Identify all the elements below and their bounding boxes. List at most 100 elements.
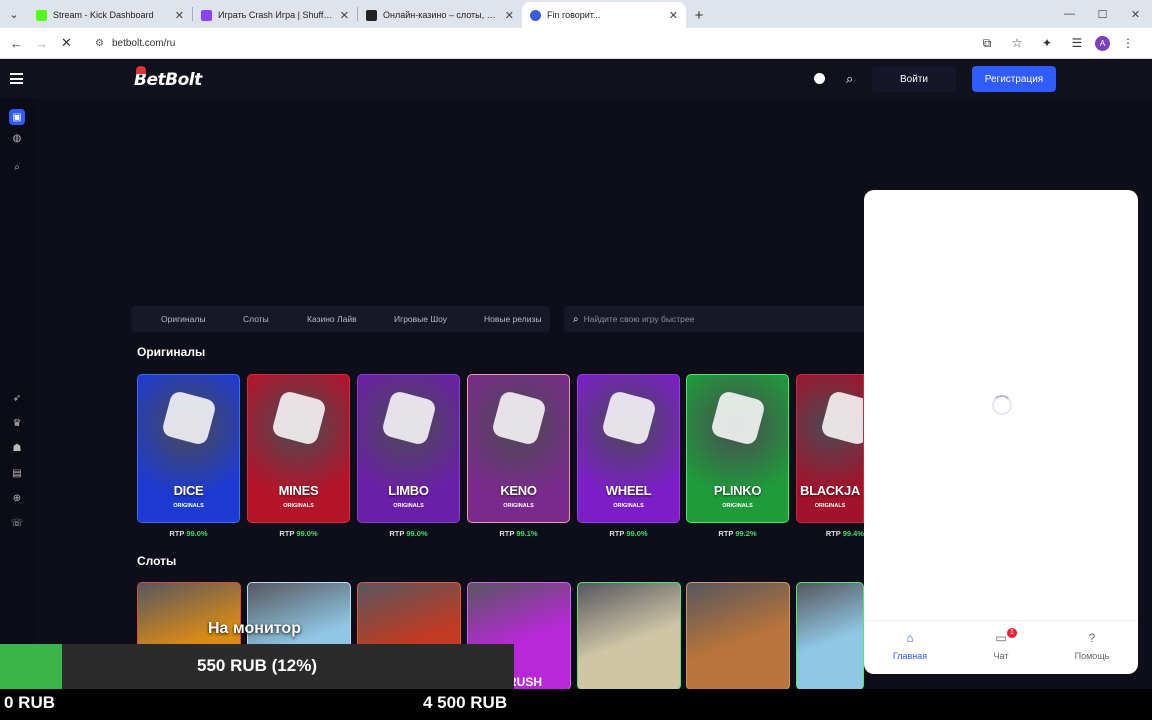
game-art xyxy=(797,375,863,522)
sports-icon[interactable]: ◍ xyxy=(9,130,25,146)
betbolt-logo[interactable]: BetBolt xyxy=(134,66,202,90)
goal-bar: 0 RUB 4 500 RUB xyxy=(0,689,1152,720)
goal-min-label: 0 RUB xyxy=(4,693,56,712)
affiliate-icon[interactable]: ☗ xyxy=(9,440,25,456)
game-name: MINES xyxy=(278,483,319,498)
site-info-icon[interactable]: ⚙ xyxy=(95,38,104,49)
browser-tab[interactable]: Stream - Kick Dashboard ✕ xyxy=(28,2,192,28)
install-app-icon[interactable]: ⧉ xyxy=(975,31,999,55)
blog-icon[interactable]: ▤ xyxy=(9,465,25,481)
tab-originals[interactable]: Оригиналы xyxy=(161,314,205,324)
tab-game-shows[interactable]: Игровые Шоу xyxy=(394,314,447,324)
url-text: betbolt.com/ru xyxy=(111,37,176,49)
game-art xyxy=(138,375,239,522)
rtp-value: 99.4% xyxy=(842,529,864,538)
originals-title: Оригиналы xyxy=(137,345,206,359)
messenger-nav: ⌂ Главная ▭ 1 Чат ? Помощь xyxy=(864,620,1138,674)
close-window-icon[interactable]: ✕ xyxy=(1119,0,1152,28)
rtp-value: 99.0% xyxy=(186,529,208,538)
shuffle-favicon-icon xyxy=(201,9,212,21)
tab-new-releases[interactable]: Новые релизы xyxy=(484,314,541,324)
address-bar[interactable]: ⚙ betbolt.com/ru xyxy=(87,30,982,56)
rtp-value: 99.0% xyxy=(406,529,428,538)
browser-tab[interactable]: Играть Crash Игра | Shuffle - V ✕ xyxy=(193,2,357,28)
game-subtitle: ORIGINALS xyxy=(722,503,753,509)
tab-slots[interactable]: Слоты xyxy=(243,314,269,324)
chat-icon: ▭ xyxy=(995,631,1007,645)
tab-title: Stream - Kick Dashboard xyxy=(53,10,154,20)
search-icon[interactable]: ⌕ xyxy=(846,71,853,87)
help-icon: ? xyxy=(1088,631,1096,645)
game-subtitle: ORIGINALS xyxy=(173,503,204,509)
rtp-label: RTP 99.0% xyxy=(247,529,350,538)
chat-bubble-icon[interactable] xyxy=(814,73,825,84)
extensions-icon[interactable]: ✦ xyxy=(1035,31,1059,55)
game-card-blackja[interactable]: BLACKJA ORIGINALS xyxy=(796,374,864,523)
tab-live-casino[interactable]: Казино Лайв xyxy=(307,314,357,324)
tab-title: Онлайн-казино – слоты, лайв xyxy=(383,10,499,20)
rtp-label: RTP 99.2% xyxy=(686,529,789,538)
support-icon[interactable]: ☏ xyxy=(9,515,25,531)
forward-icon[interactable]: → xyxy=(29,31,54,56)
tab-title: Играть Crash Игра | Shuffle - V xyxy=(218,10,334,20)
close-tab-icon[interactable]: ✕ xyxy=(505,9,514,22)
game-name: DICE xyxy=(173,483,204,498)
close-tab-icon[interactable]: ✕ xyxy=(669,9,678,22)
bookmark-star-icon[interactable]: ☆ xyxy=(1005,31,1029,55)
browser-tab[interactable]: Онлайн-казино – слоты, лайв ✕ xyxy=(358,2,522,28)
casino-icon[interactable]: ▣ xyxy=(9,109,25,125)
game-card-dice[interactable]: DICE ORIGINALS xyxy=(137,374,240,523)
vip-crown-icon[interactable]: ♛ xyxy=(9,415,25,431)
language-globe-icon[interactable]: ⊕ xyxy=(9,490,25,506)
messenger-chat-tab[interactable]: ▭ 1 Чат xyxy=(971,628,1031,661)
browser-toolbar: ← → ✕ ⚙ betbolt.com/ru ⧉ ☆ ✦ ☰ A ⋮ xyxy=(0,28,1152,59)
profile-avatar[interactable]: A xyxy=(1095,35,1110,51)
messenger-home-tab[interactable]: ⌂ Главная xyxy=(880,631,940,661)
rtp-label: RTP 99.1% xyxy=(467,529,570,538)
game-name: LIMBO xyxy=(388,483,429,498)
game-search-input[interactable]: ⌕ Найдите свою игру быстрее xyxy=(564,306,864,332)
game-card-limbo[interactable]: LIMBO ORIGINALS xyxy=(357,374,460,523)
stop-loading-icon[interactable]: ✕ xyxy=(54,31,79,56)
maximize-icon[interactable]: ☐ xyxy=(1086,0,1119,28)
new-tab-button[interactable]: + xyxy=(686,2,712,28)
rocket-icon[interactable]: ➶ xyxy=(9,390,25,406)
game-art xyxy=(358,375,459,522)
messenger-help-tab[interactable]: ? Помощь xyxy=(1062,631,1122,661)
home-icon: ⌂ xyxy=(906,631,914,645)
menu-icon[interactable] xyxy=(10,73,23,84)
window-controls: — ☐ ✕ xyxy=(1053,0,1152,28)
game-card-plinko[interactable]: PLINKO ORIGINALS xyxy=(686,374,789,523)
game-card-keno[interactable]: KENO ORIGINALS xyxy=(467,374,570,523)
rtp-prefix: RTP xyxy=(718,529,734,538)
login-button[interactable]: Войти xyxy=(872,66,956,92)
search-icon: ⌕ xyxy=(573,313,579,325)
category-nav: Оригиналы Слоты Казино Лайв Игровые Шоу … xyxy=(131,306,550,332)
close-tab-icon[interactable]: ✕ xyxy=(175,9,184,22)
sidebar-search-icon[interactable]: ⌕ xyxy=(9,159,25,175)
game-card-mines[interactable]: MINES ORIGINALS xyxy=(247,374,350,523)
stream-caption: На монитор xyxy=(208,620,301,637)
rtp-label: RTP 99.0% xyxy=(577,529,680,538)
game-art xyxy=(687,375,788,522)
browser-tab-active[interactable]: Fin говорит... ✕ xyxy=(522,2,686,28)
reading-list-icon[interactable]: ☰ xyxy=(1065,31,1089,55)
slot-game-tile[interactable] xyxy=(686,582,790,690)
rtp-prefix: RTP xyxy=(499,529,515,538)
rtp-label: RTP 99.4% xyxy=(796,529,864,538)
back-icon[interactable]: ← xyxy=(4,31,29,56)
game-card-wheel[interactable]: WHEEL ORIGINALS xyxy=(577,374,680,523)
progress-label: 550 RUB (12%) xyxy=(197,656,317,675)
game-name: BLACKJA xyxy=(799,483,860,498)
search-placeholder: Найдите свою игру быстрее xyxy=(583,314,695,324)
tab-search-icon[interactable]: ⌄ xyxy=(0,0,28,28)
slot-game-tile[interactable] xyxy=(577,582,681,690)
register-button[interactable]: Регистрация xyxy=(972,66,1056,92)
browser-menu-icon[interactable]: ⋮ xyxy=(1116,31,1140,55)
goal-max-label: 4 500 RUB xyxy=(423,693,508,712)
minimize-icon[interactable]: — xyxy=(1053,0,1086,28)
browser-tab-bar: ⌄ Stream - Kick Dashboard ✕ Играть Crash… xyxy=(0,0,1152,28)
rtp-value: 99.1% xyxy=(516,529,538,538)
slot-game-tile[interactable] xyxy=(796,582,864,690)
close-tab-icon[interactable]: ✕ xyxy=(340,9,349,22)
